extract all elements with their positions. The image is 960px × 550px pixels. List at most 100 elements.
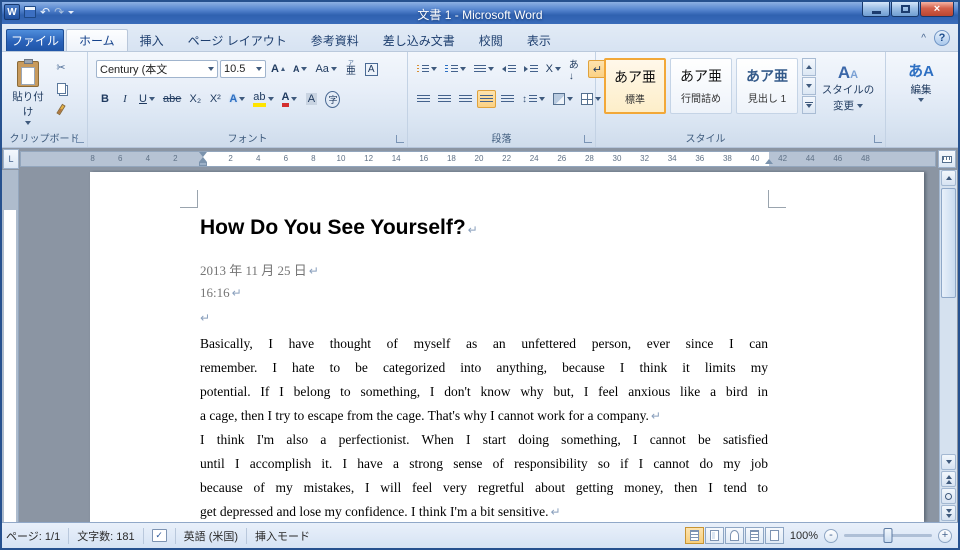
tab-references[interactable]: 参考資料 bbox=[299, 29, 371, 51]
tab-home[interactable]: ホーム bbox=[66, 29, 128, 51]
copy-button[interactable] bbox=[52, 79, 70, 97]
bold-button[interactable]: B bbox=[96, 90, 114, 108]
shrink-font-button[interactable]: A bbox=[290, 60, 311, 78]
print-layout-view-button[interactable] bbox=[684, 527, 704, 544]
draft-icon bbox=[769, 530, 779, 541]
tab-file[interactable]: ファイル bbox=[6, 29, 64, 51]
zoom-level[interactable]: 100% bbox=[790, 530, 818, 542]
scroll-up-button[interactable] bbox=[941, 170, 956, 186]
align-left-button[interactable] bbox=[414, 90, 433, 108]
help-button[interactable]: ? bbox=[934, 30, 950, 46]
editing-button[interactable]: あA 編集 bbox=[894, 58, 948, 103]
style-normal[interactable]: あア亜 標準 bbox=[604, 58, 666, 114]
horizontal-ruler[interactable]: 8 6 4 2 2 4 6 8 10 12 14 16 18 20 22 24 26 28 30 32 34 36 38 40… bbox=[20, 151, 936, 167]
print-layout-icon bbox=[689, 530, 699, 541]
right-indent-marker[interactable] bbox=[765, 159, 773, 164]
character-shading-button[interactable]: A bbox=[302, 90, 320, 108]
zoom-slider[interactable] bbox=[844, 528, 932, 543]
previous-page-button[interactable] bbox=[941, 471, 956, 487]
font-color-button[interactable]: A bbox=[279, 90, 301, 108]
maximize-button[interactable] bbox=[891, 2, 919, 17]
ruler-toggle-button[interactable] bbox=[938, 150, 956, 168]
font-dialog-launcher-icon[interactable] bbox=[396, 135, 404, 143]
tab-insert[interactable]: 挿入 bbox=[128, 29, 176, 51]
change-case-button[interactable]: Aa bbox=[312, 60, 339, 78]
multilevel-list-button[interactable] bbox=[471, 60, 497, 78]
justify-button[interactable] bbox=[477, 90, 496, 108]
shading-button[interactable] bbox=[550, 90, 576, 108]
vertical-scrollbar[interactable] bbox=[939, 170, 957, 522]
scroll-down-button[interactable] bbox=[941, 454, 956, 470]
highlight-button[interactable]: ab bbox=[250, 90, 276, 108]
title-bar[interactable]: W ↶ ↷ 文書 1 - Microsoft Word × bbox=[2, 2, 958, 24]
paste-button[interactable]: 貼り付け bbox=[8, 56, 48, 132]
style-heading1[interactable]: あア亜 見出し 1 bbox=[736, 58, 798, 114]
italic-button[interactable]: I bbox=[116, 90, 134, 108]
styles-dialog-launcher-icon[interactable] bbox=[874, 135, 882, 143]
format-painter-button[interactable] bbox=[52, 100, 70, 118]
line-spacing-button[interactable]: ↕ bbox=[519, 90, 548, 108]
tab-page-layout[interactable]: ページ レイアウト bbox=[176, 29, 299, 51]
style-gallery-up-button[interactable] bbox=[802, 58, 816, 76]
insert-mode-indicator[interactable]: 挿入モード bbox=[255, 528, 310, 544]
full-screen-reading-view-button[interactable] bbox=[704, 527, 724, 544]
tab-selector-button[interactable]: L bbox=[3, 149, 19, 169]
outline-view-button[interactable] bbox=[744, 527, 764, 544]
scrollbar-thumb[interactable] bbox=[941, 188, 956, 298]
tab-review[interactable]: 校閲 bbox=[467, 29, 515, 51]
subscript-button[interactable]: X₂ bbox=[186, 90, 204, 108]
left-indent-marker[interactable] bbox=[199, 162, 207, 166]
style-gallery-down-button[interactable] bbox=[802, 77, 816, 95]
cut-button[interactable]: ✂ bbox=[52, 58, 70, 76]
minimize-ribbon-icon[interactable]: ^ bbox=[921, 33, 926, 44]
zoom-slider-thumb[interactable] bbox=[883, 528, 893, 543]
paragraph-dialog-launcher-icon[interactable] bbox=[584, 135, 592, 143]
body-text[interactable]: Basically, I have thought of myself as a… bbox=[200, 332, 768, 522]
change-styles-button[interactable]: AA スタイルの 変更 bbox=[820, 58, 876, 114]
spell-check-icon[interactable]: ✓ bbox=[151, 529, 167, 542]
tab-mailings[interactable]: 差し込み文書 bbox=[371, 29, 467, 51]
decrease-indent-button[interactable] bbox=[499, 60, 519, 78]
word-count[interactable]: 文字数: 181 bbox=[77, 528, 134, 544]
vertical-ruler[interactable] bbox=[2, 170, 19, 522]
strikethrough-button[interactable]: abe bbox=[160, 90, 184, 108]
enclose-characters-button[interactable]: 字 bbox=[322, 90, 343, 108]
format-painter-icon bbox=[56, 103, 66, 115]
underline-button[interactable]: U bbox=[136, 90, 158, 108]
minimize-button[interactable] bbox=[862, 2, 890, 17]
superscript-button[interactable]: X² bbox=[206, 90, 224, 108]
zoom-in-button[interactable]: + bbox=[938, 528, 952, 543]
style-no-spacing[interactable]: あア亜 行間詰め bbox=[670, 58, 732, 114]
align-right-button[interactable] bbox=[456, 90, 475, 108]
next-page-button[interactable] bbox=[941, 505, 956, 521]
tab-view[interactable]: 表示 bbox=[515, 29, 563, 51]
character-border-button[interactable]: A bbox=[362, 60, 381, 78]
close-button[interactable]: × bbox=[920, 2, 954, 17]
select-browse-object-button[interactable] bbox=[941, 488, 956, 504]
document-page[interactable]: How Do You See Yourself? ↵ 2013 年 11 月 25… bbox=[90, 172, 924, 522]
font-size-combobox[interactable]: 10.5 bbox=[220, 60, 266, 78]
grow-font-button[interactable]: A bbox=[268, 60, 288, 78]
align-center-button[interactable] bbox=[435, 90, 454, 108]
ruby-button[interactable]: ア 亜 bbox=[342, 60, 360, 78]
numbering-button[interactable] bbox=[442, 60, 468, 78]
increase-indent-button[interactable] bbox=[521, 60, 541, 78]
sort-button[interactable]: あ↓ bbox=[566, 60, 587, 82]
zoom-out-button[interactable]: - bbox=[824, 528, 838, 543]
font-family-combobox[interactable]: Century (本文 bbox=[96, 60, 218, 78]
web-layout-icon bbox=[729, 530, 739, 541]
distribute-button[interactable] bbox=[498, 90, 517, 108]
draft-view-button[interactable] bbox=[764, 527, 784, 544]
style-gallery-more-button[interactable] bbox=[802, 96, 816, 114]
ribbon-tabs: ホーム 挿入 ページ レイアウト 参考資料 差し込み文書 校閲 表示 bbox=[66, 29, 563, 51]
bullets-button[interactable] bbox=[414, 60, 440, 78]
clipboard-mini-buttons: ✂ bbox=[52, 58, 70, 118]
page-indicator[interactable]: ページ: 1/1 bbox=[6, 528, 60, 544]
asian-layout-button[interactable]: X bbox=[543, 60, 564, 78]
text-effects-button[interactable]: A bbox=[226, 90, 248, 108]
language-indicator[interactable]: 英語 (米国) bbox=[184, 528, 238, 544]
web-layout-view-button[interactable] bbox=[724, 527, 744, 544]
clipboard-dialog-launcher-icon[interactable] bbox=[76, 135, 84, 143]
document-area: How Do You See Yourself? ↵ 2013 年 11 月 25… bbox=[2, 170, 958, 522]
style-name: 行間詰め bbox=[681, 94, 721, 105]
